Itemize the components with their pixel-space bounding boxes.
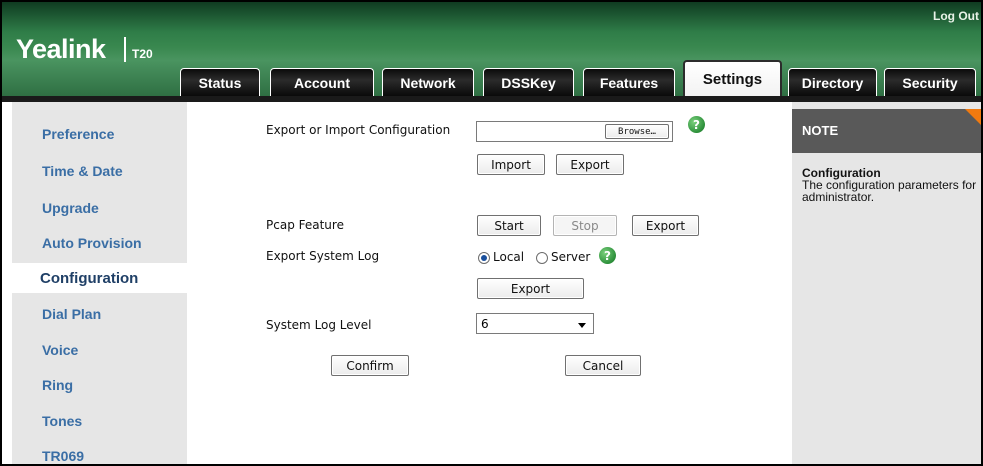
tab-security[interactable]: Security: [884, 68, 976, 96]
pcap-start-button[interactable]: Start: [477, 215, 541, 236]
system-log-level-label: System Log Level: [266, 318, 372, 332]
tab-features[interactable]: Features: [583, 68, 675, 96]
note-panel: NOTE Configuration The configuration par…: [792, 102, 981, 464]
export-import-label: Export or Import Configuration: [266, 123, 451, 137]
confirm-button[interactable]: Confirm: [331, 355, 409, 376]
corner-flag-icon: [965, 109, 981, 127]
tab-dsskey[interactable]: DSSKey: [483, 68, 574, 96]
note-description: The configuration parameters for adminis…: [802, 178, 977, 204]
export-system-log-label: Export System Log: [266, 249, 380, 263]
sidebar-item-voice[interactable]: Voice: [42, 342, 78, 358]
tab-directory[interactable]: Directory: [788, 68, 877, 96]
sidebar-item-ring[interactable]: Ring: [42, 377, 73, 393]
pcap-stop-button[interactable]: Stop: [553, 215, 617, 236]
help-icon[interactable]: ?: [688, 116, 705, 133]
sidebar-item-auto-provision[interactable]: Auto Provision: [42, 235, 142, 251]
browser-frame: Yealink T20 Log Out Status Account Netwo…: [0, 0, 983, 466]
config-file-input[interactable]: Browse…: [476, 121, 673, 142]
sidebar-item-upgrade[interactable]: Upgrade: [42, 200, 99, 216]
sidebar-item-time-date[interactable]: Time & Date: [42, 163, 123, 179]
tab-settings[interactable]: Settings: [683, 60, 782, 97]
tab-status[interactable]: Status: [180, 68, 260, 96]
browse-button[interactable]: Browse…: [605, 124, 669, 139]
note-title: NOTE: [802, 123, 839, 138]
yealink-logo: Yealink: [16, 34, 106, 64]
pcap-export-button[interactable]: Export: [632, 215, 699, 236]
cancel-button[interactable]: Cancel: [565, 355, 641, 376]
system-log-level-value: 6: [481, 316, 489, 331]
local-radio-label: Local: [493, 250, 525, 264]
system-log-level-select[interactable]: 6: [476, 313, 594, 334]
help-icon[interactable]: ?: [599, 247, 616, 264]
logo-separator: [124, 37, 126, 62]
configuration-panel: Export or Import Configuration Browse… ?…: [187, 102, 792, 464]
local-radio[interactable]: [478, 252, 490, 264]
note-header: NOTE: [792, 109, 981, 153]
export-system-log-button[interactable]: Export: [477, 278, 584, 299]
logout-link[interactable]: Log Out: [933, 9, 979, 23]
sidebar-item-configuration[interactable]: Configuration: [12, 263, 197, 293]
pcap-feature-label: Pcap Feature: [266, 218, 344, 232]
chevron-down-icon: [578, 323, 586, 328]
sidebar-item-preference[interactable]: Preference: [42, 126, 114, 142]
server-radio[interactable]: [536, 252, 548, 264]
tab-network[interactable]: Network: [382, 68, 474, 96]
import-button[interactable]: Import: [477, 154, 545, 175]
tab-account[interactable]: Account: [270, 68, 374, 96]
model-label: T20: [132, 47, 153, 61]
sidebar-item-tr069[interactable]: TR069: [42, 448, 84, 464]
settings-sidebar: Preference Time & Date Upgrade Auto Prov…: [12, 102, 197, 464]
sidebar-item-dial-plan[interactable]: Dial Plan: [42, 306, 101, 322]
top-header: Yealink T20 Log Out Status Account Netwo…: [2, 2, 981, 97]
sidebar-item-tones[interactable]: Tones: [42, 413, 82, 429]
export-config-button[interactable]: Export: [556, 154, 624, 175]
server-radio-label: Server: [551, 250, 591, 264]
